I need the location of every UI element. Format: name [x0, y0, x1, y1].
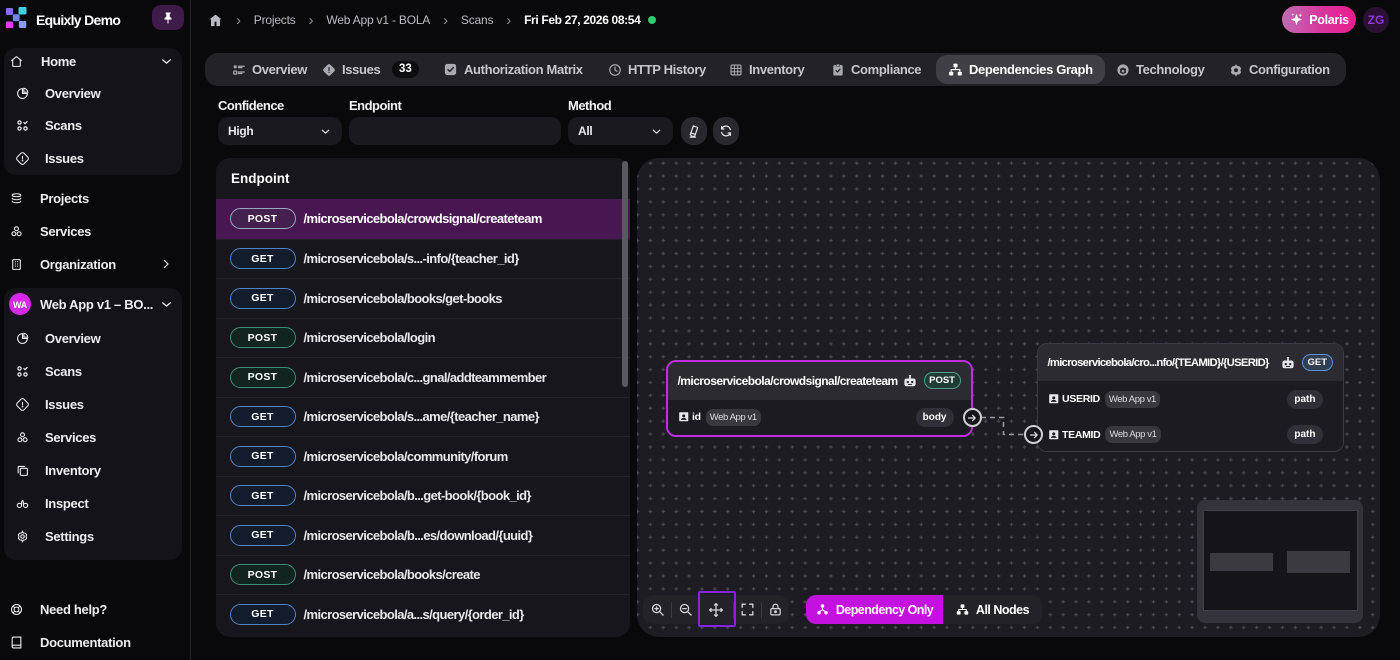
svg-text:WA: WA [13, 300, 28, 310]
